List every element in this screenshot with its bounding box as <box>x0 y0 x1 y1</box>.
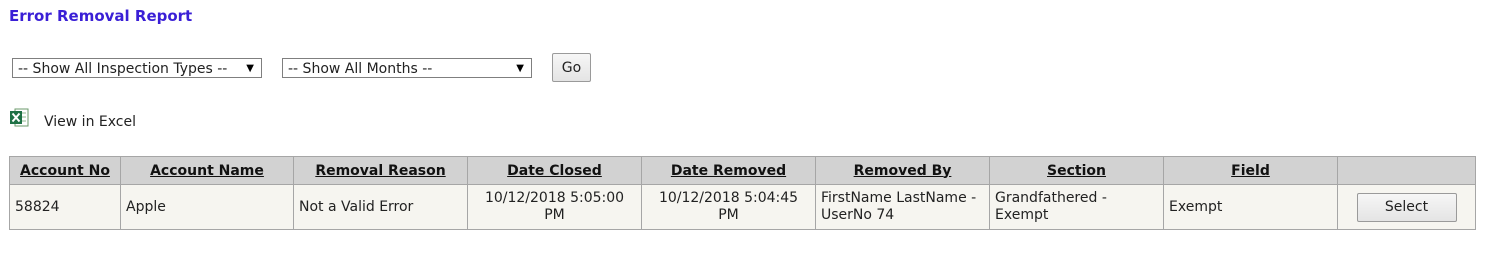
view-in-excel-link[interactable]: View in Excel <box>44 114 136 130</box>
column-header-section[interactable]: Section <box>989 156 1164 185</box>
column-header-action <box>1337 156 1476 185</box>
cell-action: Select <box>1337 184 1476 230</box>
inspection-type-select-value: -- Show All Inspection Types -- <box>18 61 228 77</box>
month-select[interactable]: -- Show All Months -- ▼ <box>282 58 532 78</box>
month-select-value: -- Show All Months -- <box>288 61 433 77</box>
cell-removed-by: FirstName LastName - UserNo 74 <box>815 184 990 230</box>
table-header-row: Account No Account Name Removal Reason D… <box>9 156 1476 185</box>
go-button[interactable]: Go <box>552 53 591 82</box>
column-header-field[interactable]: Field <box>1163 156 1338 185</box>
table-row: 58824 Apple Not a Valid Error 10/12/2018… <box>9 184 1476 230</box>
column-header-removal-reason[interactable]: Removal Reason <box>293 156 468 185</box>
column-header-date-removed[interactable]: Date Removed <box>641 156 816 185</box>
cell-removal-reason: Not a Valid Error <box>293 184 468 230</box>
page-title: Error Removal Report <box>9 7 193 25</box>
excel-icon[interactable] <box>9 108 29 128</box>
cell-field: Exempt <box>1163 184 1338 230</box>
cell-date-closed: 10/12/2018 5:05:00 PM <box>467 184 642 230</box>
column-header-date-closed[interactable]: Date Closed <box>467 156 642 185</box>
filter-bar: -- Show All Inspection Types -- ▼ -- Sho… <box>12 53 612 83</box>
cell-account-name: Apple <box>120 184 294 230</box>
column-header-account-no[interactable]: Account No <box>9 156 121 185</box>
cell-account-no: 58824 <box>9 184 121 230</box>
cell-date-removed: 10/12/2018 5:04:45 PM <box>641 184 816 230</box>
error-removal-table: Account No Account Name Removal Reason D… <box>9 156 1476 230</box>
chevron-down-icon: ▼ <box>246 63 254 74</box>
column-header-account-name[interactable]: Account Name <box>120 156 294 185</box>
excel-export: View in Excel <box>9 108 209 134</box>
select-button[interactable]: Select <box>1356 192 1457 222</box>
chevron-down-icon: ▼ <box>516 63 524 74</box>
column-header-removed-by[interactable]: Removed By <box>815 156 990 185</box>
cell-section: Grandfathered - Exempt <box>989 184 1164 230</box>
inspection-type-select[interactable]: -- Show All Inspection Types -- ▼ <box>12 58 262 78</box>
